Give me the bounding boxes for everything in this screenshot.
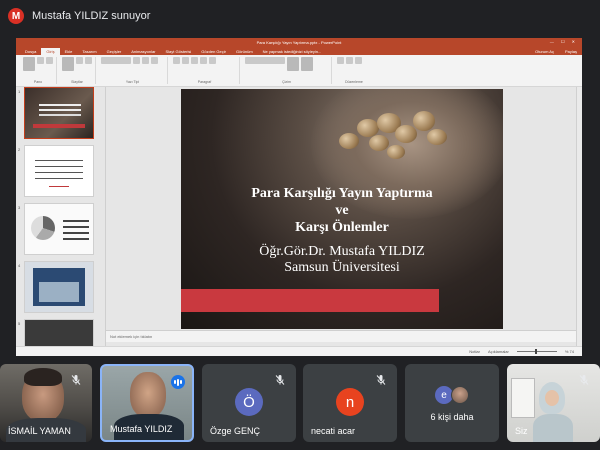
ribbon-group-editing: Düzenleme [334, 57, 374, 84]
tab-review[interactable]: Gözden Geçir [196, 48, 231, 55]
layout-icon[interactable] [76, 57, 83, 64]
slide-stage: Para Karşılığı Yayın Yaptırma ve Karşı Ö… [106, 87, 582, 346]
tab-slideshow[interactable]: Slayt Gösterisi [161, 48, 197, 55]
tell-me-search[interactable]: Ne yapmak istediğinizi söyleyin... [258, 48, 327, 55]
tab-file[interactable]: Dosya [20, 48, 41, 55]
sign-in-link[interactable]: Oturum Aç [529, 48, 560, 55]
window-controls[interactable]: — ☐ ✕ [550, 39, 578, 44]
ribbon-group-paragraph: Paragraf [170, 57, 240, 84]
ribbon-group-drawing: Çizim [242, 57, 332, 84]
tab-transitions[interactable]: Geçişler [102, 48, 127, 55]
participant-avatar: Ö [235, 388, 263, 416]
font-size-select[interactable] [133, 57, 140, 64]
vertical-scrollbar[interactable] [576, 87, 582, 346]
more-participants-avatars: e [435, 386, 469, 404]
ppt-ribbon: Pano Slaytlar Yazı Tipi Paragraf Çizim D… [16, 55, 582, 87]
participant-avatar-photo [451, 386, 469, 404]
comments-toggle[interactable]: Açıklamalar [488, 349, 509, 354]
participant-name: İSMAİL YAMAN [8, 426, 71, 436]
zoom-level[interactable]: % 74 [565, 349, 574, 354]
participant-name: necati acar [311, 426, 356, 436]
italic-icon[interactable] [151, 57, 158, 64]
more-participants-label: 6 kişi daha [430, 412, 474, 422]
self-view-tile[interactable]: Siz [507, 364, 600, 442]
new-slide-icon[interactable] [62, 57, 74, 71]
paste-icon[interactable] [23, 57, 35, 71]
select-icon[interactable] [355, 57, 362, 64]
numbering-icon[interactable] [182, 57, 189, 64]
slide-title: Para Karşılığı Yayın Yaptırma ve Karşı Ö… [251, 186, 433, 235]
tab-animations[interactable]: Animasyonlar [126, 48, 160, 55]
align-right-icon[interactable] [209, 57, 216, 64]
slide-red-band [181, 289, 439, 312]
tab-view[interactable]: Görünüm [231, 48, 258, 55]
ppt-window-title: Para Karşılığı Yayın Yaptırma.pptx - Pow… [256, 39, 342, 45]
align-left-icon[interactable] [191, 57, 198, 64]
tab-insert[interactable]: Ekle [60, 48, 78, 55]
ppt-ribbon-tabs: Dosya Giriş Ekle Tasarım Geçişler Animas… [16, 46, 582, 55]
cut-icon[interactable] [37, 57, 44, 64]
mic-off-icon [375, 374, 387, 386]
find-icon[interactable] [337, 57, 344, 64]
presenter-bar: M Mustafa YILDIZ sunuyor [0, 0, 600, 32]
share-button[interactable]: Paylaş [560, 48, 582, 55]
arrange-icon[interactable] [287, 57, 299, 71]
speaking-indicator-icon [171, 375, 185, 389]
ppt-statusbar: Notlar Açıklamalar % 74 [16, 346, 582, 356]
participant-name: Siz [515, 426, 528, 436]
presenter-avatar: M [8, 8, 24, 24]
participant-name: Mustafa YILDIZ [110, 424, 173, 434]
align-center-icon[interactable] [200, 57, 207, 64]
ribbon-group-slides: Slaytlar [59, 57, 96, 84]
slide-thumbnails: 1 2 3 4 5 [16, 87, 106, 356]
bullets-icon[interactable] [173, 57, 180, 64]
shared-screen: Para Karşılığı Yayın Yaptırma.pptx - Pow… [16, 38, 582, 356]
copy-icon[interactable] [46, 57, 53, 64]
quick-styles-icon[interactable] [301, 57, 313, 71]
mic-off-icon [274, 374, 286, 386]
slide-thumbnail-4[interactable] [24, 261, 94, 313]
presenter-label: Mustafa YILDIZ sunuyor [32, 10, 151, 22]
participant-avatar: n [336, 388, 364, 416]
participant-tile-ozge[interactable]: Ö Özge GENÇ [202, 364, 296, 442]
slide-thumbnail-1[interactable] [24, 87, 94, 139]
participant-tile-necati[interactable]: n necati acar [303, 364, 397, 442]
font-name-select[interactable] [101, 57, 131, 64]
shapes-gallery[interactable] [245, 57, 285, 64]
mic-off-icon [578, 374, 590, 386]
slide-thumbnail-3[interactable] [24, 203, 94, 255]
participant-tile-ismail[interactable]: İSMAİL YAMAN [0, 364, 92, 442]
slide-subtitle: Öğr.Gör.Dr. Mustafa YILDIZ Samsun Üniver… [259, 244, 425, 275]
tab-home[interactable]: Giriş [41, 48, 60, 55]
ppt-titlebar: Para Karşılığı Yayın Yaptırma.pptx - Pow… [16, 38, 582, 46]
replace-icon[interactable] [346, 57, 353, 64]
ribbon-group-font: Yazı Tipi [98, 57, 168, 84]
notes-pane[interactable]: Not eklemek için tıklatın [106, 330, 576, 342]
notes-toggle[interactable]: Notlar [469, 349, 480, 354]
more-participants-tile[interactable]: e 6 kişi daha [405, 364, 499, 442]
participant-tile-mustafa[interactable]: Mustafa YILDIZ [100, 364, 194, 442]
bold-icon[interactable] [142, 57, 149, 64]
tab-design[interactable]: Tasarım [77, 48, 101, 55]
slide-thumbnail-2[interactable] [24, 145, 94, 197]
participant-name: Özge GENÇ [210, 426, 261, 436]
zoom-slider[interactable] [516, 349, 557, 354]
ppt-editor: 1 2 3 4 5 Para Karşılığı Yayın Yaptırma … [16, 87, 582, 356]
ribbon-group-clipboard: Pano [20, 57, 57, 84]
reset-icon[interactable] [85, 57, 92, 64]
current-slide[interactable]: Para Karşılığı Yayın Yaptırma ve Karşı Ö… [181, 89, 503, 329]
mic-off-icon [70, 374, 82, 386]
